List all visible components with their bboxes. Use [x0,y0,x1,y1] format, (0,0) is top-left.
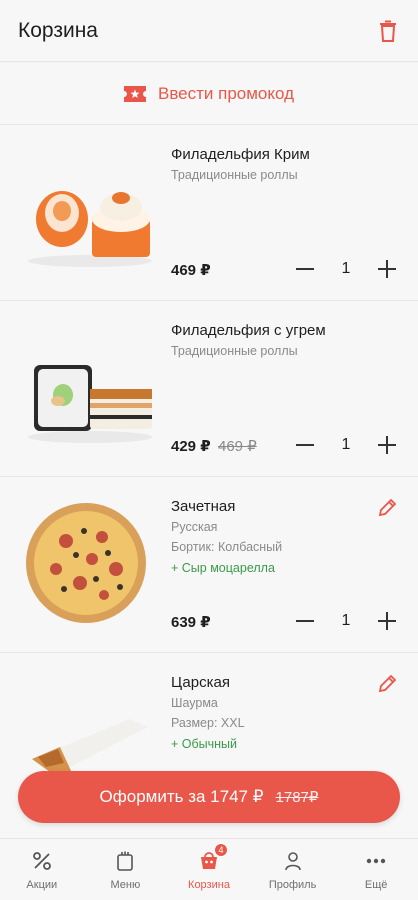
bottom-tab-bar: Акции Меню 4 Корзина Профиль Ещё [0,838,418,900]
checkout-old-total: 1787₽ [275,789,319,806]
item-category: Русская [171,520,218,534]
tab-promotions[interactable]: Акции [0,839,84,900]
promo-code-button[interactable]: Ввести промокод [0,63,418,125]
tab-label: Корзина [188,878,230,891]
item-name: Зачетная [171,498,236,515]
quantity-stepper: 1 [293,257,399,281]
edit-button[interactable] [376,673,398,695]
item-category: Шаурма [171,696,218,710]
cart-item: Филадельфия Крим Традиционные роллы 469 … [0,125,418,301]
checkout-button[interactable]: Оформить за 1747 ₽ 1787₽ [18,771,400,823]
trash-icon [380,20,396,42]
quantity-stepper: 1 [293,609,399,633]
item-option: Бортик: Колбасный [171,540,283,554]
tab-more[interactable]: Ещё [334,839,418,900]
item-name: Филадельфия с угрем [171,322,326,339]
tab-cart[interactable]: 4 Корзина [167,839,251,900]
tab-profile[interactable]: Профиль [251,839,335,900]
item-price: 639 ₽ [171,614,211,631]
cart-item: Зачетная Русская Бортик: Колбасный + Сыр… [0,477,418,653]
product-image [20,497,160,623]
product-image [20,329,160,449]
profile-icon [284,851,301,870]
percent-icon [32,851,51,870]
increase-button[interactable] [375,433,399,457]
item-price: 469 ₽ [171,262,211,279]
item-addon: + Обычный [171,737,238,751]
header: Корзина [0,0,418,62]
plus-icon [378,612,396,630]
item-name: Царская [171,674,230,691]
quantity-value: 1 [341,612,351,629]
decrease-button[interactable] [293,257,317,281]
page-title: Корзина [18,18,98,42]
more-icon [366,858,386,863]
promo-label: Ввести промокод [157,83,295,103]
pencil-icon [378,674,397,693]
tab-label: Профиль [268,878,317,891]
edit-button[interactable] [376,497,398,519]
item-category: Традиционные роллы [171,168,298,182]
item-price: 429 ₽ [171,438,211,455]
item-category: Традиционные роллы [171,344,298,358]
increase-button[interactable] [375,257,399,281]
product-image [20,153,160,273]
checkout-label: Оформить за 1747 ₽ [99,787,264,806]
cart-item: Филадельфия с угрем Традиционные роллы 4… [0,301,418,477]
item-option: Размер: XXL [171,716,245,730]
item-name: Филадельфия Крим [171,146,310,163]
minus-icon [296,268,314,270]
quantity-value: 1 [341,436,351,453]
plus-icon [378,260,396,278]
increase-button[interactable] [375,609,399,633]
item-old-price: 469 ₽ [218,438,257,455]
ticket-icon [123,85,146,102]
decrease-button[interactable] [293,433,317,457]
cart-badge: 4 [213,842,228,857]
tab-label: Акции [26,878,58,891]
item-addon: + Сыр моцарелла [171,561,275,575]
pencil-icon [378,498,397,517]
minus-icon [296,620,314,622]
minus-icon [296,444,314,446]
clear-cart-button[interactable] [376,19,400,43]
decrease-button[interactable] [293,609,317,633]
tab-menu[interactable]: Меню [84,839,168,900]
tab-label: Ещё [364,878,388,891]
quantity-stepper: 1 [293,433,399,457]
tab-label: Меню [110,878,141,891]
menu-icon [117,851,134,871]
plus-icon [378,436,396,454]
quantity-value: 1 [341,260,351,277]
